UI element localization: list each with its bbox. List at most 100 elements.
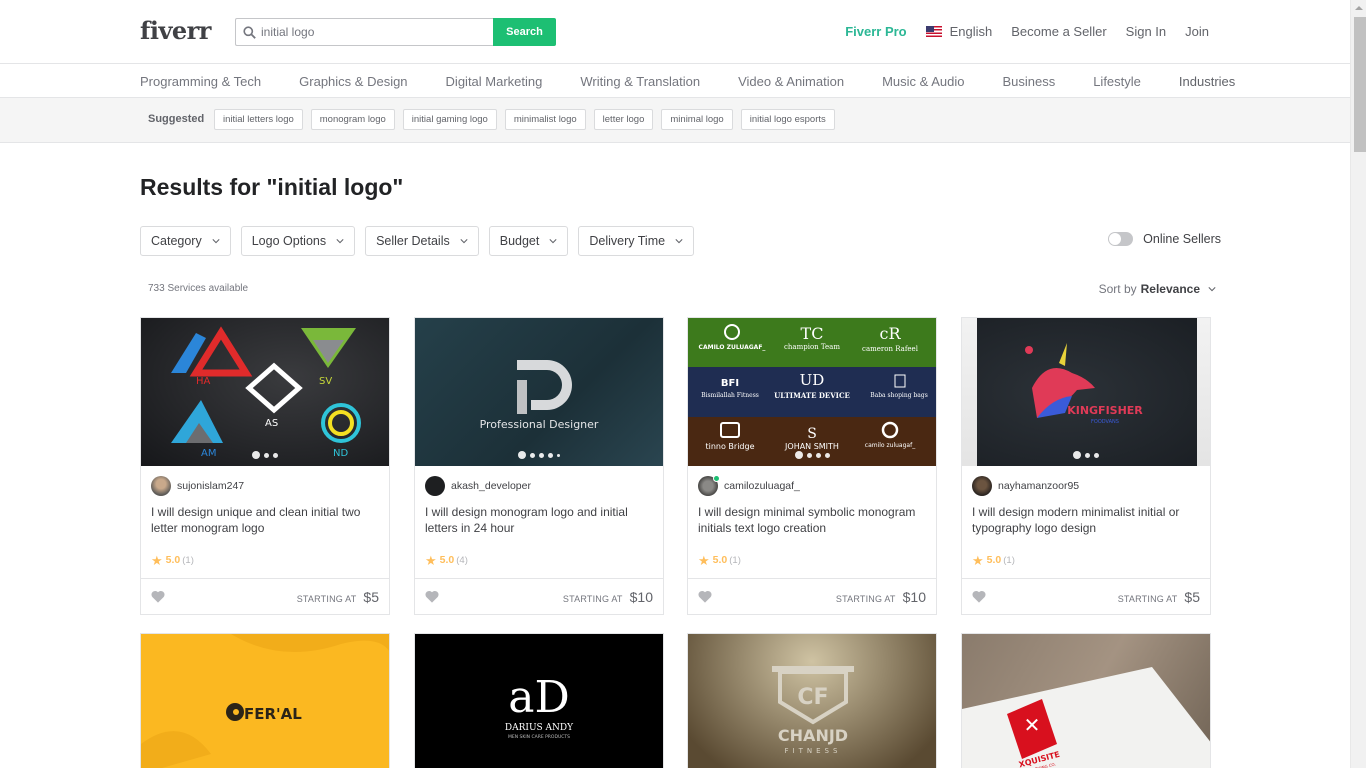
fiverr-pro-link[interactable]: Fiverr Pro [845, 24, 906, 39]
online-sellers-toggle[interactable]: Online Sellers [1108, 232, 1221, 246]
carousel-dot[interactable] [273, 452, 278, 458]
gig-card[interactable]: Professional Designer akash_developer I … [414, 317, 664, 615]
suggested-chip[interactable]: monogram logo [310, 109, 395, 130]
svg-text:✕: ✕ [1024, 713, 1041, 737]
gig-price[interactable]: STARTING AT $5 [1118, 589, 1200, 605]
avatar[interactable] [972, 476, 992, 496]
category-programming-tech[interactable]: Programming & Tech [140, 74, 261, 89]
thumb-label: CHANJD [778, 726, 848, 745]
filter-category[interactable]: Category [140, 226, 231, 256]
carousel-dots[interactable] [141, 451, 389, 459]
sort-dropdown[interactable]: Sort by Relevance [1099, 282, 1216, 296]
gig-rating: ★ 5.0 (1) [141, 544, 389, 570]
seller-name[interactable]: camilozuluagaf_ [724, 480, 800, 492]
gig-thumbnail[interactable]: Professional Designer [415, 318, 663, 466]
carousel-dot[interactable] [252, 451, 260, 459]
suggested-chip[interactable]: letter logo [593, 109, 654, 130]
gig-title[interactable]: I will design monogram logo and initial … [415, 496, 663, 544]
gig-thumbnail[interactable]: KINGFISHER FOODVANS [962, 318, 1210, 466]
gig-thumbnail[interactable]: HA SV AS AM ND [141, 318, 389, 466]
suggested-chip[interactable]: initial logo esports [740, 109, 835, 130]
gig-card[interactable]: CF CHANJD FITNESS [687, 633, 937, 768]
carousel-dot[interactable] [1085, 452, 1090, 458]
filter-delivery-time[interactable]: Delivery Time [578, 226, 695, 256]
suggested-chip[interactable]: initial letters logo [214, 109, 303, 130]
carousel-dot[interactable] [548, 452, 553, 458]
filter-seller-details[interactable]: Seller Details [365, 226, 479, 256]
gig-price[interactable]: STARTING AT $10 [836, 589, 926, 605]
gig-price[interactable]: STARTING AT $5 [297, 589, 379, 605]
gig-rating: ★ 5.0 (4) [415, 544, 663, 570]
carousel-dot[interactable] [264, 452, 269, 458]
join-link[interactable]: Join [1185, 24, 1209, 39]
carousel-dot[interactable] [539, 452, 544, 458]
gig-title[interactable]: I will design unique and clean initial t… [141, 496, 389, 544]
carousel-dot[interactable] [806, 452, 812, 458]
avatar[interactable] [151, 476, 171, 496]
category-lifestyle[interactable]: Lifestyle [1093, 74, 1141, 89]
carousel-dot[interactable] [824, 452, 830, 458]
suggested-chip[interactable]: minimalist logo [504, 109, 586, 130]
become-seller-link[interactable]: Become a Seller [1011, 24, 1106, 39]
thumb-label: HA [196, 376, 211, 387]
page-scrollbar[interactable] [1350, 0, 1366, 768]
filter-logo-options[interactable]: Logo Options [240, 226, 356, 256]
search-input[interactable] [261, 25, 461, 39]
seller-name[interactable]: akash_developer [451, 480, 531, 492]
gig-card[interactable]: CAMILO ZULUAGAF_ TC champion Team cR cam… [687, 317, 937, 615]
carousel-dots[interactable] [688, 451, 936, 459]
seller-name[interactable]: sujonislam247 [177, 480, 244, 492]
gig-card[interactable]: aD DARIUS ANDY MEN SKIN CARE PRODUCTS [414, 633, 664, 768]
category-graphics-design[interactable]: Graphics & Design [299, 74, 407, 89]
seller-name[interactable]: nayhamanzoor95 [998, 480, 1079, 492]
starting-at-label: STARTING AT [296, 593, 357, 604]
carousel-dots[interactable] [962, 451, 1210, 459]
carousel-dot[interactable] [557, 453, 560, 457]
suggested-chip[interactable]: initial gaming logo [402, 109, 497, 130]
gig-card[interactable]: HA SV AS AM ND sujonislam247 I will desi… [140, 317, 390, 615]
category-industries[interactable]: Industries [1179, 74, 1235, 89]
carousel-dot[interactable] [530, 452, 535, 458]
category-video-animation[interactable]: Video & Animation [738, 74, 844, 89]
carousel-dot[interactable] [815, 452, 821, 458]
gig-thumbnail[interactable]: CAMILO ZULUAGAF_ TC champion Team cR cam… [688, 318, 936, 466]
review-count: (1) [729, 554, 741, 566]
heart-icon[interactable] [698, 590, 712, 603]
heart-icon[interactable] [425, 590, 439, 603]
seller-info: sujonislam247 [141, 466, 389, 496]
price-amount: $5 [1184, 588, 1200, 605]
carousel-dot[interactable] [1094, 452, 1099, 458]
gig-card[interactable]: ✕ XQUISITE CLOTHING CO. [961, 633, 1211, 768]
fiverr-logo[interactable]: fiverr [140, 16, 211, 45]
avatar[interactable] [698, 475, 720, 496]
carousel-dot[interactable] [794, 451, 803, 459]
gig-price[interactable]: STARTING AT $10 [563, 589, 653, 605]
gig-title[interactable]: I will design modern minimalist initial … [962, 496, 1210, 544]
gig-card[interactable]: KINGFISHER FOODVANS nayhamanzoor95 I wil… [961, 317, 1211, 615]
category-writing-translation[interactable]: Writing & Translation [580, 74, 700, 89]
category-music-audio[interactable]: Music & Audio [882, 74, 964, 89]
toggle-switch[interactable] [1108, 232, 1134, 246]
suggested-chip[interactable]: minimal logo [661, 109, 733, 130]
category-business[interactable]: Business [1002, 74, 1055, 89]
search-field[interactable] [235, 18, 493, 46]
online-indicator [713, 475, 720, 482]
heart-icon[interactable] [972, 590, 986, 603]
card-footer: STARTING AT $5 [962, 578, 1210, 614]
carousel-dot[interactable] [1073, 451, 1081, 459]
avatar[interactable] [425, 476, 445, 496]
sign-in-link[interactable]: Sign In [1126, 24, 1166, 39]
svg-text:TC: TC [801, 324, 824, 343]
thumb-label: KINGFISHER [1067, 404, 1143, 417]
gig-title[interactable]: I will design minimal symbolic monogram … [688, 496, 936, 544]
category-digital-marketing[interactable]: Digital Marketing [446, 74, 543, 89]
heart-icon[interactable] [151, 590, 165, 603]
scroll-thumb[interactable] [1354, 17, 1366, 152]
carousel-dots[interactable] [415, 451, 663, 459]
scroll-up-arrow-icon[interactable] [1355, 6, 1363, 10]
language-selector[interactable]: English [925, 24, 992, 39]
carousel-dot[interactable] [518, 451, 526, 459]
filter-budget[interactable]: Budget [488, 226, 569, 256]
search-button[interactable]: Search [493, 18, 556, 46]
gig-card[interactable]: FER'AL [140, 633, 390, 768]
